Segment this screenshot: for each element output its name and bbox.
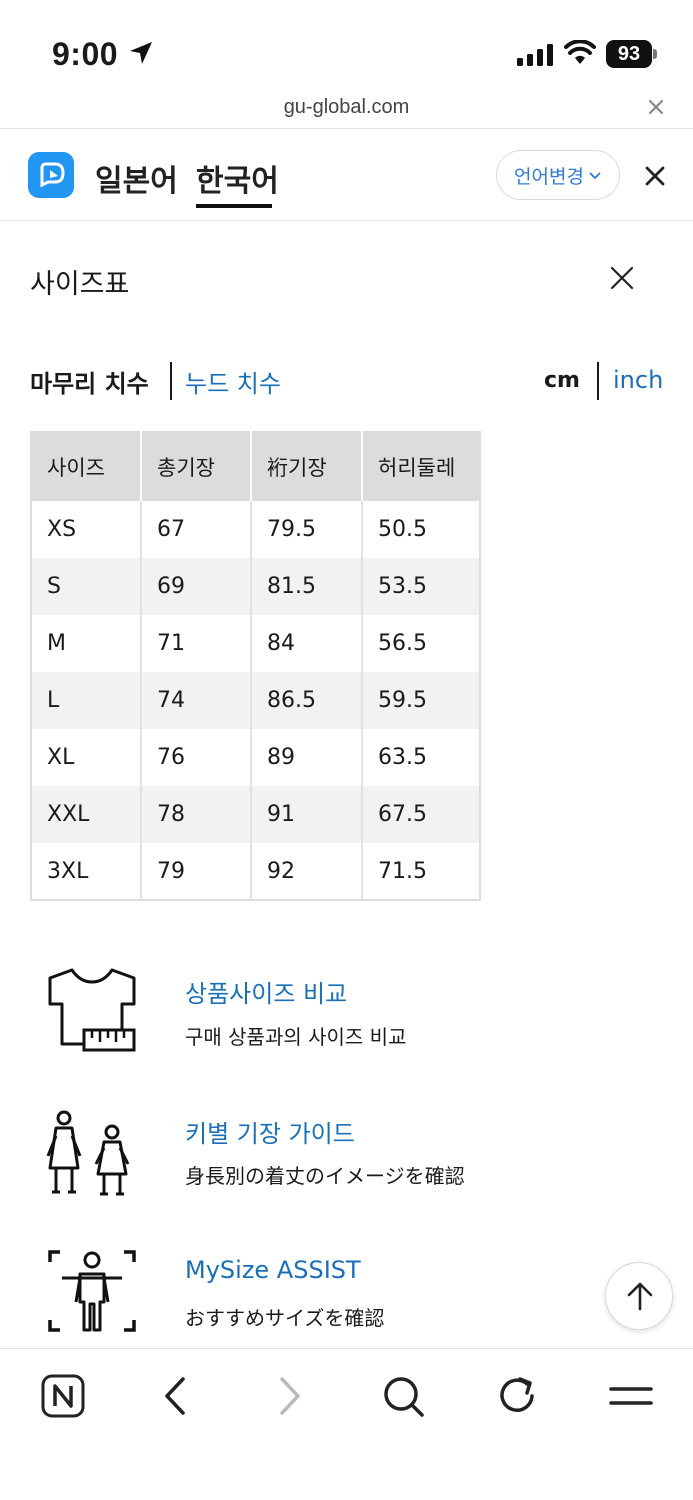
table-cell: S: [31, 558, 142, 615]
table-header-cell: 사이즈: [31, 432, 142, 501]
table-cell: 84: [251, 615, 363, 672]
table-cell: 71.5: [362, 843, 480, 900]
table-cell: XXL: [31, 786, 142, 843]
table-cell: 78: [141, 786, 252, 843]
close-icon[interactable]: [608, 264, 636, 292]
tshirt-ruler-icon: [48, 968, 136, 1052]
cellular-signal-icon: [517, 44, 553, 66]
table-cell: 59.5: [362, 672, 480, 729]
table-cell: 71: [141, 615, 252, 672]
battery-icon: 93: [606, 40, 658, 68]
refresh-icon[interactable]: [494, 1373, 540, 1419]
change-language-button[interactable]: 언어변경: [496, 150, 620, 200]
feature-height-guide[interactable]: 키별 기장 가이드 身長別の着丈のイメージを確認: [0, 1100, 693, 1200]
feature-mysize-assist[interactable]: MySize ASSIST おすすめサイズを確認: [0, 1240, 693, 1340]
feature-description: 身長別の着丈のイメージを確認: [185, 1164, 465, 1188]
table-header-cell: 裄기장: [251, 432, 363, 501]
search-icon[interactable]: [380, 1373, 426, 1419]
table-row: XS 67 79.5 50.5: [31, 501, 480, 558]
forward-icon[interactable]: [266, 1373, 312, 1419]
wifi-icon: [564, 40, 596, 64]
status-bar: 9:00 93: [0, 0, 693, 92]
table-cell: XS: [31, 501, 142, 558]
table-cell: 76: [141, 729, 252, 786]
table-cell: 3XL: [31, 843, 142, 900]
table-cell: 50.5: [362, 501, 480, 558]
table-cell: 53.5: [362, 558, 480, 615]
location-arrow-icon: [130, 42, 152, 64]
table-row: XL 76 89 63.5: [31, 729, 480, 786]
table-cell: 81.5: [251, 558, 363, 615]
back-icon[interactable]: [153, 1373, 199, 1419]
menu-icon[interactable]: [608, 1373, 654, 1419]
table-cell: L: [31, 672, 142, 729]
table-row: L 74 86.5 59.5: [31, 672, 480, 729]
height-guide-icon: [46, 1110, 130, 1196]
change-language-label: 언어변경: [514, 165, 584, 188]
feature-product-size-compare[interactable]: 상품사이즈 비교 구매 상품과의 사이즈 비교: [0, 960, 693, 1060]
tab-separator: [170, 362, 172, 400]
tab-finished-dimensions[interactable]: 마무리 치수: [30, 364, 149, 399]
unit-inch-toggle[interactable]: inch: [613, 366, 663, 394]
body-scan-icon: [48, 1250, 136, 1332]
table-header-cell: 허리둘레: [362, 432, 480, 501]
table-cell: 67: [141, 501, 252, 558]
divider: [0, 220, 693, 221]
table-cell: 67.5: [362, 786, 480, 843]
table-cell: 56.5: [362, 615, 480, 672]
tab-japanese[interactable]: 일본어: [95, 156, 178, 200]
tab-body-dimensions[interactable]: 누드 치수: [185, 364, 281, 399]
table-cell: 89: [251, 729, 363, 786]
table-cell: 79.5: [251, 501, 363, 558]
close-icon[interactable]: [645, 96, 667, 118]
table-header-cell: 총기장: [141, 432, 252, 501]
scroll-to-top-button[interactable]: [605, 1262, 673, 1330]
table-header-row: 사이즈 총기장 裄기장 허리둘레: [31, 432, 480, 501]
unit-separator: [597, 362, 599, 400]
measurement-tabs: 마무리 치수 누드 치수 cm inch: [30, 360, 670, 402]
table-cell: 69: [141, 558, 252, 615]
close-icon[interactable]: [642, 163, 668, 189]
naver-home-icon[interactable]: [40, 1373, 86, 1419]
table-cell: 79: [141, 843, 252, 900]
unit-cm-toggle[interactable]: cm: [544, 368, 580, 393]
table-cell: M: [31, 615, 142, 672]
papago-logo-icon[interactable]: [28, 152, 74, 198]
feature-title[interactable]: 상품사이즈 비교: [185, 974, 347, 1009]
active-tab-indicator: [196, 204, 272, 208]
table-cell: 63.5: [362, 729, 480, 786]
table-row: XXL 78 91 67.5: [31, 786, 480, 843]
table-row: M 71 84 56.5: [31, 615, 480, 672]
arrow-up-icon: [627, 1282, 653, 1311]
table-row: S 69 81.5 53.5: [31, 558, 480, 615]
size-table: 사이즈 총기장 裄기장 허리둘레 XS 67 79.5 50.5 S 69 81…: [30, 431, 481, 901]
feature-description: おすすめサイズを確認: [185, 1306, 385, 1330]
tab-korean[interactable]: 한국어: [196, 156, 279, 200]
feature-title[interactable]: 키별 기장 가이드: [185, 1114, 355, 1149]
table-cell: XL: [31, 729, 142, 786]
translator-bar: 일본어 한국어 언어변경: [0, 129, 693, 221]
page-title: 사이즈표: [30, 269, 130, 300]
battery-level: 93: [606, 40, 652, 68]
table-row: 3XL 79 92 71.5: [31, 843, 480, 900]
table-cell: 92: [251, 843, 363, 900]
browser-url-bar[interactable]: gu-global.com: [0, 92, 693, 128]
status-time: 9:00: [52, 36, 119, 72]
table-cell: 86.5: [251, 672, 363, 729]
table-cell: 74: [141, 672, 252, 729]
table-cell: 91: [251, 786, 363, 843]
browser-toolbar: [0, 1348, 693, 1500]
feature-description: 구매 상품과의 사이즈 비교: [185, 1025, 407, 1049]
url-text[interactable]: gu-global.com: [0, 96, 693, 119]
chevron-down-icon: [589, 172, 601, 180]
feature-title[interactable]: MySize ASSIST: [185, 1256, 361, 1284]
